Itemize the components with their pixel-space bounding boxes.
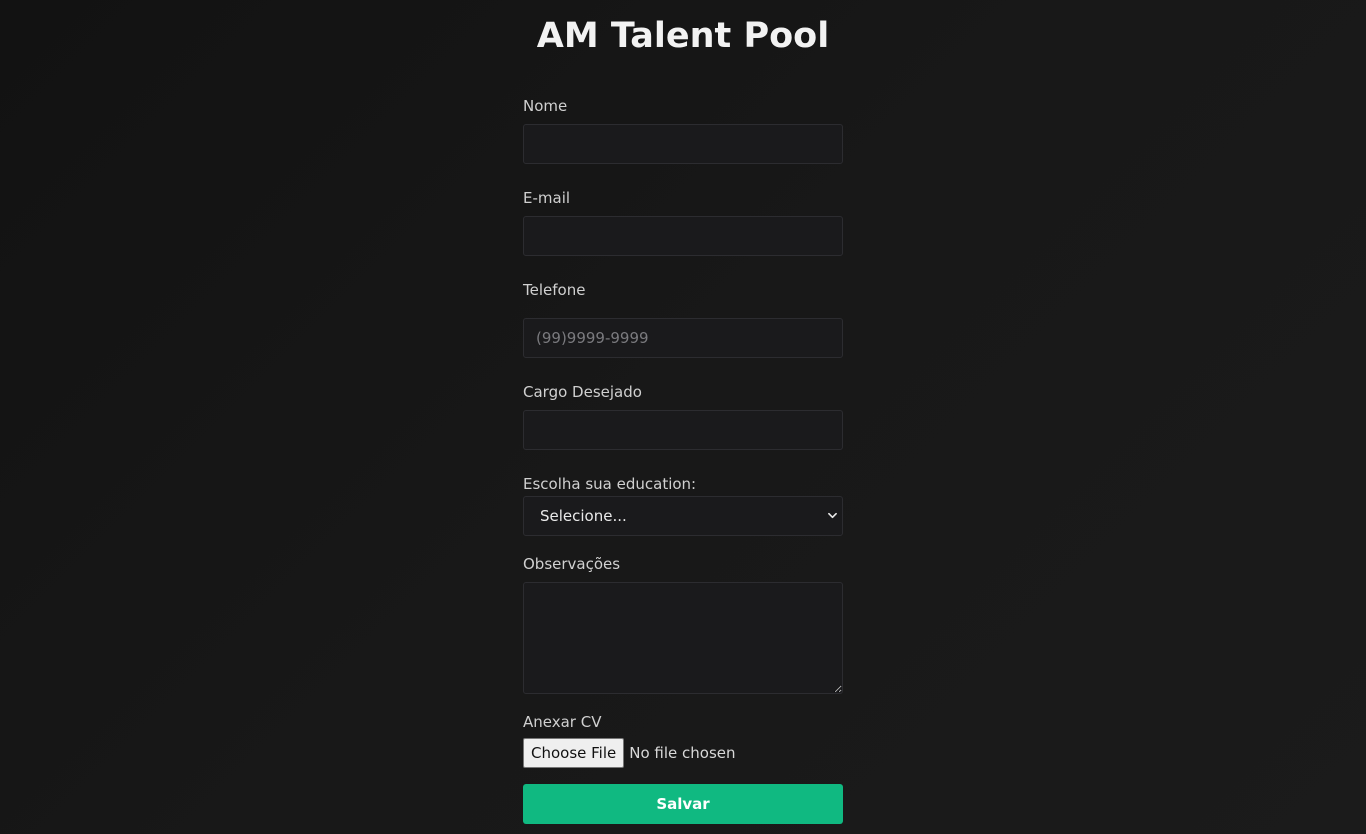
chevron-down-icon	[828, 512, 837, 519]
email-input[interactable]	[523, 216, 843, 256]
position-label: Cargo Desejado	[523, 383, 642, 401]
file-status: No file chosen	[629, 744, 736, 762]
position-input[interactable]	[523, 410, 843, 450]
phone-input[interactable]	[523, 318, 843, 358]
page-title: AM Talent Pool	[536, 16, 830, 56]
save-button[interactable]: Salvar	[523, 784, 843, 824]
education-select[interactable]: Selecione...	[523, 496, 843, 536]
phone-label: Telefone	[523, 281, 586, 299]
name-input[interactable]	[523, 124, 843, 164]
choose-file-button[interactable]: Choose File	[523, 738, 625, 768]
cv-file-input[interactable]: Choose File No file chosen	[523, 738, 843, 768]
notes-label: Observações	[523, 555, 621, 573]
name-label: Nome	[523, 97, 568, 115]
education-selected-value[interactable]: Selecione...	[523, 496, 843, 536]
talent-form: Nome E-mail Telefone Cargo Desejado Esco…	[523, 96, 843, 824]
cv-label: Anexar CV	[523, 713, 602, 731]
notes-textarea[interactable]	[523, 582, 843, 694]
education-label: Escolha sua education:	[523, 475, 697, 493]
email-label: E-mail	[523, 189, 571, 207]
